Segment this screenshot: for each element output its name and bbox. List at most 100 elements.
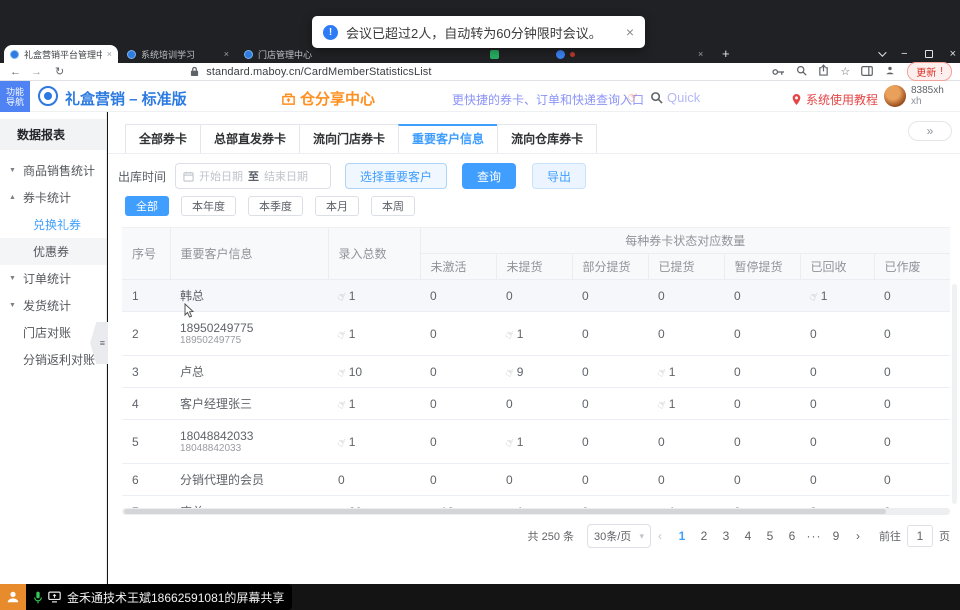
- table-row[interactable]: 7唐总☝20☝18☝10☝1000: [122, 496, 950, 510]
- count-link-cell[interactable]: ☝20: [328, 496, 420, 510]
- quick-range-button[interactable]: 本周: [371, 196, 415, 216]
- count-link-cell[interactable]: ☝1: [800, 280, 874, 312]
- date-range-input[interactable]: 开始日期 至 结束日期: [175, 163, 331, 189]
- quick-range-button[interactable]: 本月: [315, 196, 359, 216]
- count-link-cell[interactable]: ☝1: [328, 420, 420, 464]
- table-row[interactable]: 1韩总☝100000☝10: [122, 280, 950, 312]
- profile-icon[interactable]: [884, 64, 896, 79]
- page-size-select[interactable]: 30条/页 ▾: [587, 524, 651, 548]
- search-button[interactable]: 查询: [462, 163, 516, 189]
- content-tab[interactable]: 流向门店券卡: [299, 124, 398, 153]
- customer-name: 卢总: [180, 365, 318, 379]
- table-row[interactable]: 51804884203318048842033☝10☝100000: [122, 420, 950, 464]
- count-link-cell[interactable]: ☝1: [648, 356, 724, 388]
- sidebar-item[interactable]: ▼商品销售统计: [0, 157, 106, 184]
- bookmark-star-icon[interactable]: ☆: [840, 65, 850, 78]
- sidebar-item[interactable]: 优惠券: [0, 238, 106, 265]
- prev-page-button[interactable]: ‹: [651, 529, 669, 543]
- nav-toggle-line1: 功能: [6, 87, 24, 97]
- table-row[interactable]: 21895024977518950249775☝10☝100000: [122, 312, 950, 356]
- quick-range-button[interactable]: 全部: [125, 196, 169, 216]
- count-link-cell[interactable]: ☝1: [328, 280, 420, 312]
- share-center-link[interactable]: 仓分享中心: [281, 88, 375, 109]
- page-number[interactable]: 4: [737, 529, 759, 543]
- page-number[interactable]: 1: [671, 529, 693, 543]
- count-link-cell[interactable]: ☝9: [496, 356, 572, 388]
- browser-tab[interactable]: 系统培训学习×: [121, 45, 235, 63]
- tab-close-icon[interactable]: ×: [107, 49, 112, 59]
- sidebar-item[interactable]: 兑换礼券: [0, 211, 106, 238]
- count-link-cell[interactable]: ☝1: [648, 388, 724, 420]
- browser-tab[interactable]: 礼盒营销平台管理中心×: [4, 45, 118, 63]
- toast-notification: ! 会议已超过2人，自动转为60分钟限时会议。 ×: [312, 16, 645, 48]
- content-tab[interactable]: 全部券卡: [125, 124, 200, 153]
- content-tab[interactable]: 流向仓库券卡: [497, 124, 597, 153]
- window-minimize-button[interactable]: −: [901, 48, 907, 60]
- sidebar-item[interactable]: ▼发货统计: [0, 292, 106, 319]
- forward-icon[interactable]: →: [31, 66, 42, 78]
- sidebar-item[interactable]: 门店对账: [0, 319, 106, 346]
- count-cell: 0: [874, 280, 950, 312]
- content-tab[interactable]: 总部直发券卡: [200, 124, 299, 153]
- export-button[interactable]: 导出: [532, 163, 586, 189]
- key-icon[interactable]: [772, 65, 785, 79]
- screen-share-bar: 金禾通技术王斌18662591081的屏幕共享: [0, 584, 292, 610]
- user-avatar[interactable]: [884, 85, 906, 107]
- function-nav-toggle[interactable]: 功能 导航: [0, 81, 30, 112]
- table-row[interactable]: 3卢总☝100☝90☝1000: [122, 356, 950, 388]
- sidebar-item[interactable]: ▼订单统计: [0, 265, 106, 292]
- select-customer-button[interactable]: 选择重要客户: [345, 163, 447, 189]
- tab-close-icon[interactable]: ×: [698, 49, 703, 59]
- page-number[interactable]: 2: [693, 529, 715, 543]
- table-row[interactable]: 4客户经理张三☝1000☝1000: [122, 388, 950, 420]
- tutorial-link[interactable]: 系统使用教程: [791, 91, 878, 108]
- count-cell: 0: [874, 356, 950, 388]
- page-number[interactable]: 5: [759, 529, 781, 543]
- toast-close-button[interactable]: ×: [626, 24, 634, 40]
- back-icon[interactable]: ←: [10, 66, 21, 78]
- count-link-cell[interactable]: ☝18: [420, 496, 496, 510]
- update-button[interactable]: 更新 !: [907, 62, 952, 81]
- info-icon: !: [323, 25, 338, 40]
- count-link-cell[interactable]: ☝1: [328, 312, 420, 356]
- page-number[interactable]: 9: [825, 529, 847, 543]
- chevron-down-icon: ▼: [9, 302, 17, 309]
- reload-icon[interactable]: ↻: [55, 65, 64, 78]
- count-link-cell[interactable]: ☝1: [648, 496, 724, 510]
- share-icon[interactable]: [818, 64, 829, 79]
- quick-range-button[interactable]: 本年度: [181, 196, 236, 216]
- goto-page-input[interactable]: [907, 525, 933, 547]
- pager-more[interactable]: ···: [803, 529, 825, 543]
- next-page-button[interactable]: ›: [849, 529, 867, 543]
- table-row[interactable]: 6分销代理的会员00000000: [122, 464, 950, 496]
- chevron-down-icon: ▾: [639, 531, 644, 542]
- window-maximize-button[interactable]: [925, 50, 933, 58]
- screen-share-icon: [48, 591, 61, 603]
- new-tab-button[interactable]: +: [722, 46, 730, 61]
- scrollbar-thumb[interactable]: [124, 509, 886, 514]
- count-link-cell[interactable]: ☝10: [328, 356, 420, 388]
- expand-pill-button[interactable]: »: [908, 121, 952, 141]
- page-number[interactable]: 6: [781, 529, 803, 543]
- count-link-cell[interactable]: ☝1: [328, 388, 420, 420]
- side-panel-icon[interactable]: [861, 65, 873, 79]
- count-link-cell[interactable]: ☝1: [496, 420, 572, 464]
- count-link-cell[interactable]: ☝1: [496, 496, 572, 510]
- window-close-button[interactable]: ×: [950, 48, 956, 60]
- sidebar-item[interactable]: 分销返利对账: [0, 346, 106, 373]
- count-link-cell[interactable]: ☝1: [496, 312, 572, 356]
- zoom-icon[interactable]: [796, 65, 807, 79]
- page-number[interactable]: 3: [715, 529, 737, 543]
- window-chevron-icon[interactable]: [878, 48, 886, 56]
- vertical-scrollbar[interactable]: [952, 284, 957, 504]
- tab-close-icon[interactable]: ×: [224, 49, 229, 59]
- url-text[interactable]: standard.maboy.cn/CardMemberStatisticsLi…: [206, 66, 431, 78]
- count-cell: 0: [724, 496, 800, 510]
- quick-search-link[interactable]: Quick: [650, 90, 700, 105]
- sidebar-item[interactable]: ▲券卡统计: [0, 184, 106, 211]
- content-tab[interactable]: 重要客户信息: [398, 124, 497, 153]
- row-index: 3: [122, 356, 170, 388]
- customer-name: 18048842033: [180, 429, 318, 443]
- horizontal-scrollbar[interactable]: [122, 508, 950, 515]
- quick-range-button[interactable]: 本季度: [248, 196, 303, 216]
